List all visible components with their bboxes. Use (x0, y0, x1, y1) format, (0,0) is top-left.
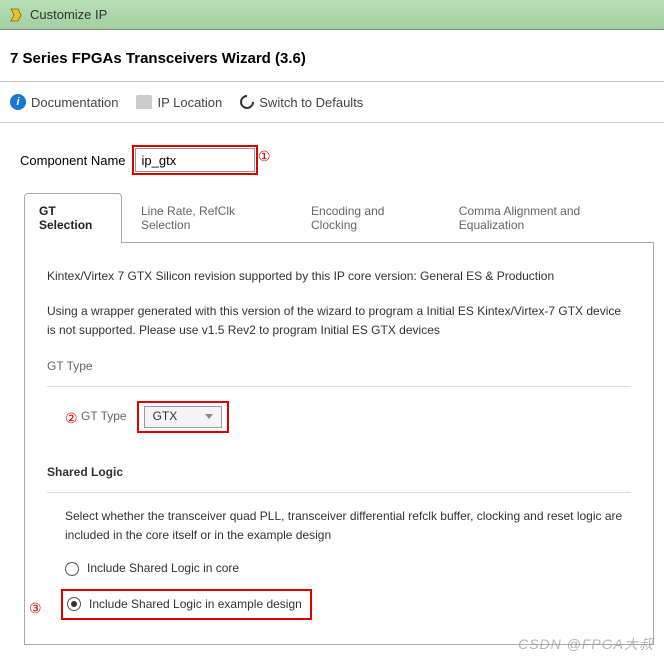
wizard-title: 7 Series FPGAs Transceivers Wizard (3.6) (0, 30, 664, 82)
tab-gt-selection[interactable]: GT Selection (24, 193, 122, 242)
support-text: Kintex/Virtex 7 GTX Silicon revision sup… (47, 267, 631, 286)
gt-type-select[interactable]: GTX (144, 406, 222, 428)
tab-encoding[interactable]: Encoding and Clocking (296, 193, 440, 242)
radio-in-core-row[interactable]: Include Shared Logic in core (65, 559, 631, 578)
annotation-2: ② (65, 407, 78, 429)
gt-type-value: GTX (153, 407, 178, 426)
ip-location-label: IP Location (157, 95, 222, 110)
tab-bar: GT Selection Line Rate, RefClk Selection… (24, 193, 654, 243)
documentation-button[interactable]: i Documentation (10, 94, 118, 110)
radio-in-example-label: Include Shared Logic in example design (89, 595, 302, 614)
gt-type-section-title: GT Type (47, 357, 631, 376)
divider (47, 492, 631, 493)
annotation-box-3: Include Shared Logic in example design (61, 589, 312, 620)
radio-in-core[interactable] (65, 562, 79, 576)
divider (47, 386, 631, 387)
window-title: Customize IP (30, 7, 107, 22)
tab-line-rate[interactable]: Line Rate, RefClk Selection (126, 193, 292, 242)
gt-type-label: GT Type (81, 407, 127, 426)
app-icon (8, 7, 24, 23)
folder-icon (136, 95, 152, 109)
component-name-label: Component Name (20, 153, 126, 168)
chevron-down-icon (205, 414, 213, 419)
documentation-label: Documentation (31, 95, 118, 110)
radio-in-example[interactable] (67, 597, 81, 611)
annotation-box-1 (132, 145, 258, 175)
window-titlebar: Customize IP (0, 0, 664, 30)
gt-selection-panel: Kintex/Virtex 7 GTX Silicon revision sup… (24, 243, 654, 645)
component-name-input[interactable] (135, 148, 255, 172)
shared-logic-title: Shared Logic (47, 463, 631, 482)
toolbar: i Documentation IP Location Switch to De… (0, 82, 664, 123)
info-icon: i (10, 94, 26, 110)
annotation-3: ③ (29, 597, 42, 619)
ip-location-button[interactable]: IP Location (136, 95, 222, 110)
shared-logic-desc: Select whether the transceiver quad PLL,… (65, 507, 631, 545)
switch-defaults-button[interactable]: Switch to Defaults (240, 95, 363, 110)
component-name-row: Component Name ① (20, 145, 654, 175)
watermark: CSDN @FPGA大叔 (518, 634, 654, 654)
wrapper-text: Using a wrapper generated with this vers… (47, 302, 631, 340)
reset-icon (237, 92, 257, 112)
annotation-1: ① (258, 148, 271, 165)
tab-comma[interactable]: Comma Alignment and Equalization (444, 193, 650, 242)
switch-defaults-label: Switch to Defaults (259, 95, 363, 110)
annotation-box-2: GTX (137, 401, 229, 433)
gt-type-row: ② GT Type GTX (67, 401, 631, 433)
radio-in-core-label: Include Shared Logic in core (87, 559, 239, 578)
